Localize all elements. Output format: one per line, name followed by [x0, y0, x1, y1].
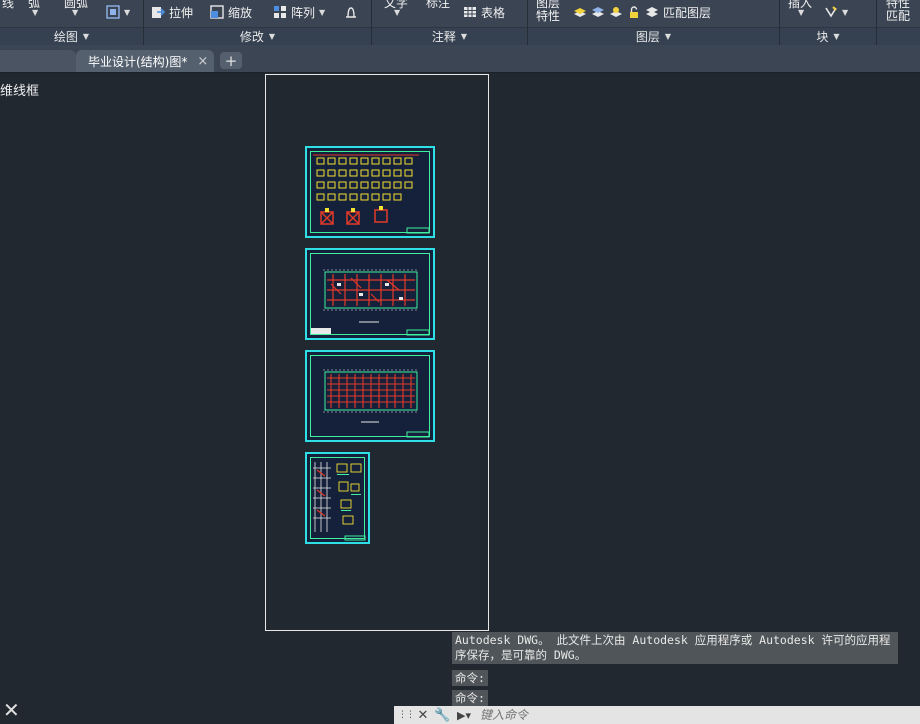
table-label: 表格 — [481, 5, 506, 20]
panel-modify[interactable]: 修改 ▼ — [144, 27, 371, 45]
drawing-content — [313, 462, 366, 541]
panel-draw[interactable]: 绘图 ▼ — [0, 27, 143, 45]
command-input[interactable] — [480, 708, 880, 722]
panel-annotation-label: 注释 — [431, 30, 456, 44]
command-history: Autodesk DWG。 此文件上次由 Autodesk 应用程序或 Auto… — [452, 632, 898, 706]
match-properties-button[interactable]: 匹配 — [886, 6, 910, 24]
drawing-sheet-2[interactable] — [305, 248, 435, 340]
close-icon[interactable]: × — [197, 54, 208, 69]
tab-document[interactable]: 毕业设计(结构)图* × — [76, 50, 214, 72]
close-icon[interactable]: ✕ — [416, 708, 430, 723]
match-properties-label: 匹配 — [886, 8, 911, 23]
stretch-button[interactable]: 拉伸 — [151, 3, 193, 21]
chevron-down-icon: ▼ — [82, 32, 90, 41]
match-layer-icon — [646, 7, 658, 17]
chevron-down-icon[interactable]: ▼ — [32, 8, 38, 17]
chevron-down-icon: ▼ — [833, 32, 840, 41]
layer-off-icon[interactable] — [573, 5, 587, 19]
hatch-icon — [106, 5, 120, 19]
draw-line-tool[interactable]: 线 — [2, 0, 14, 11]
chevron-down-icon: ▼ — [842, 7, 849, 17]
chevron-down-icon: ▼ — [319, 7, 326, 17]
dimension-tool[interactable]: 标注 — [426, 0, 450, 11]
stretch-label: 拉伸 — [169, 5, 194, 20]
panel-block[interactable]: 块 ▼ — [780, 27, 876, 45]
command-history-message: Autodesk DWG。 此文件上次由 Autodesk 应用程序或 Auto… — [452, 632, 898, 664]
drawing-sheet-3[interactable] — [305, 350, 435, 442]
offset-icon — [346, 7, 356, 18]
layer-lock-icon[interactable] — [627, 5, 641, 19]
drawing-content — [311, 269, 430, 336]
panel-modify-label: 修改 — [239, 30, 264, 44]
chevron-down-icon: ▼ — [124, 7, 131, 17]
grip-handle-icon[interactable]: ⋮⋮ — [398, 710, 415, 720]
array-label: 阵列 — [291, 5, 316, 20]
chevron-down-icon: ▼ — [460, 32, 468, 41]
tab-document-label: 毕业设计(结构)图* — [88, 54, 188, 69]
layer-tools[interactable]: 匹配图层 — [573, 3, 711, 21]
chevron-down-icon[interactable]: ▼ — [72, 8, 78, 17]
drawing-content — [313, 154, 430, 234]
panel-draw-label: 绘图 — [53, 30, 78, 44]
panel-block-label: 块 — [816, 30, 829, 44]
scale-icon — [210, 5, 224, 19]
panel-properties[interactable] — [877, 27, 920, 45]
edit-block-icon — [825, 6, 837, 18]
chevron-down-icon[interactable]: ▼ — [798, 8, 804, 17]
ribbon: 线 弧 ▼ 圆弧 ▼ ▼ 拉伸 缩放 阵列 ▼ 文字 ▼ 标注 表格 图层 特性 — [0, 0, 920, 45]
stretch-icon — [152, 7, 165, 18]
hatch-tool[interactable]: ▼ — [106, 3, 130, 21]
scale-label: 缩放 — [228, 5, 253, 20]
command-prompt-line: 命令: — [452, 690, 488, 706]
layer-properties-button[interactable]: 特性 — [536, 6, 560, 24]
layer-freeze-icon[interactable] — [609, 5, 623, 19]
scale-button[interactable]: 缩放 — [210, 3, 252, 21]
panel-annotation[interactable]: 注释 ▼ — [372, 27, 527, 45]
chevron-down-icon[interactable]: ▼ — [394, 8, 400, 17]
tab-start[interactable] — [0, 50, 76, 72]
drawing-sheet-4[interactable] — [305, 452, 370, 544]
drawing-sheet-1[interactable] — [305, 146, 435, 238]
command-prompt-icon[interactable]: ▶▾ — [452, 709, 476, 722]
table-button[interactable]: 表格 — [463, 3, 505, 21]
new-tab-button[interactable]: + — [220, 52, 242, 70]
wrench-icon[interactable]: 🔧 — [434, 708, 450, 723]
layer-properties-label: 特性 — [536, 8, 561, 23]
offset-button[interactable] — [344, 3, 358, 21]
edit-block-button[interactable]: ▼ — [824, 3, 848, 21]
array-icon — [274, 6, 286, 18]
command-prompt-line: 命令: — [452, 670, 488, 686]
table-icon — [464, 7, 476, 17]
array-button[interactable]: 阵列 ▼ — [273, 3, 325, 21]
file-tab-bar: 毕业设计(结构)图* × + — [0, 45, 920, 73]
panel-layers-label: 图层 — [635, 30, 660, 44]
command-line-bar: ⋮⋮ ✕ 🔧 ▶▾ — [394, 706, 920, 724]
panel-layers[interactable]: 图层 ▼ — [528, 27, 779, 45]
match-layer-label: 匹配图层 — [663, 5, 712, 20]
layer-isolate-icon[interactable] — [591, 5, 605, 19]
close-icon[interactable]: ✕ — [3, 698, 20, 722]
chevron-down-icon: ▼ — [268, 32, 276, 41]
visual-style-control[interactable]: 维线框 — [0, 80, 39, 99]
drawing-content — [323, 369, 430, 438]
chevron-down-icon: ▼ — [664, 32, 672, 41]
